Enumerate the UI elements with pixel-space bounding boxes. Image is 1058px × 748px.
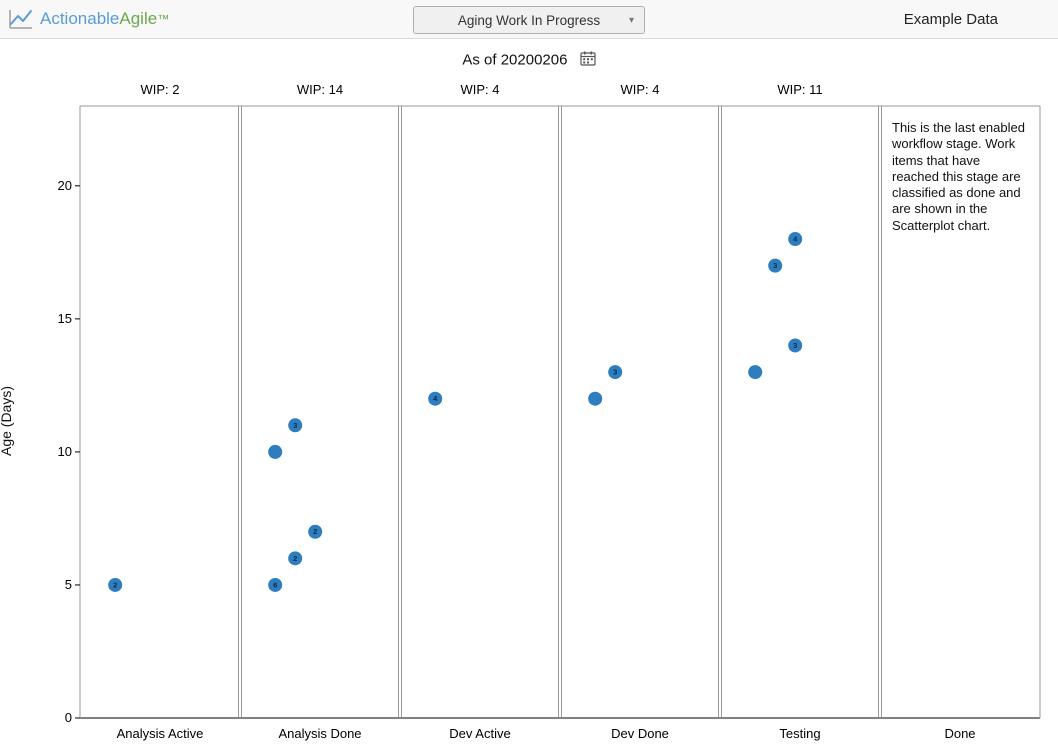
dataset-name: Example Data (904, 11, 998, 28)
svg-text:3: 3 (293, 421, 297, 430)
y-tick-label: 15 (58, 311, 72, 326)
svg-text:3: 3 (793, 341, 797, 350)
wip-label: WIP: 11 (777, 82, 822, 97)
aging-wip-chart: 0 5 10 15 20 WIP: 2 Analysis Active WIP: 14 Anal… (0, 78, 1058, 748)
aging-dot[interactable]: 3 (788, 338, 802, 352)
wip-label: WIP: 14 (297, 82, 343, 97)
aging-dot[interactable]: 4 (788, 232, 802, 246)
as-of-label: As of 20200206 (462, 51, 567, 68)
chart-area: Age (Days) 0 5 10 15 20 WIP: 2 Analysis Active… (0, 78, 1058, 748)
svg-text:3: 3 (613, 368, 617, 377)
aging-dot[interactable]: 2 (308, 525, 322, 539)
y-tick-label: 0 (65, 710, 72, 725)
y-tick-label: 10 (58, 444, 72, 459)
y-tick-label: 5 (65, 577, 72, 592)
aging-dot[interactable]: 2 (288, 551, 302, 565)
column-label: Testing (779, 726, 820, 741)
as-of-row: As of 20200206 (0, 51, 1058, 70)
wip-label: WIP: 4 (620, 82, 659, 97)
top-bar: ActionableAgile™ Aging Work In Progress … (0, 0, 1058, 39)
aging-dot[interactable]: 4 (428, 392, 442, 406)
y-axis-label: Age (Days) (0, 386, 14, 456)
aging-dot[interactable]: 3 (288, 418, 302, 432)
y-tick-label: 20 (58, 178, 72, 193)
column-label: Dev Active (449, 726, 510, 741)
brand-tm: ™ (157, 12, 169, 26)
svg-text:3: 3 (773, 261, 777, 270)
column-label: Analysis Done (278, 726, 361, 741)
calendar-icon[interactable] (580, 51, 596, 70)
aging-dot[interactable] (588, 392, 602, 406)
aging-dot[interactable] (748, 365, 762, 379)
column-label: Dev Done (611, 726, 669, 741)
column-label: Analysis Active (117, 726, 204, 741)
column-label: Done (944, 726, 975, 741)
chevron-down-icon: ▾ (629, 15, 634, 26)
brand-text-1: Actionable (40, 9, 119, 29)
svg-text:2: 2 (313, 527, 317, 536)
brand: ActionableAgile™ (0, 8, 169, 30)
aging-dot[interactable]: 3 (608, 365, 622, 379)
aging-dot[interactable]: 6 (268, 578, 282, 592)
aging-dot[interactable]: 3 (768, 259, 782, 273)
svg-text:2: 2 (293, 554, 297, 563)
done-stage-note: This is the last enabled workflow stage.… (892, 120, 1028, 234)
chart-type-label: Aging Work In Progress (458, 13, 600, 28)
wip-label: WIP: 2 (140, 82, 179, 97)
svg-text:6: 6 (273, 580, 277, 589)
brand-text-2: Agile (119, 9, 157, 29)
wip-label: WIP: 4 (460, 82, 499, 97)
aging-dot[interactable]: 2 (108, 578, 122, 592)
svg-text:2: 2 (113, 580, 117, 589)
chart-type-dropdown[interactable]: Aging Work In Progress ▾ (413, 6, 645, 34)
aging-dot[interactable] (268, 445, 282, 459)
brand-logo-icon (8, 8, 34, 30)
